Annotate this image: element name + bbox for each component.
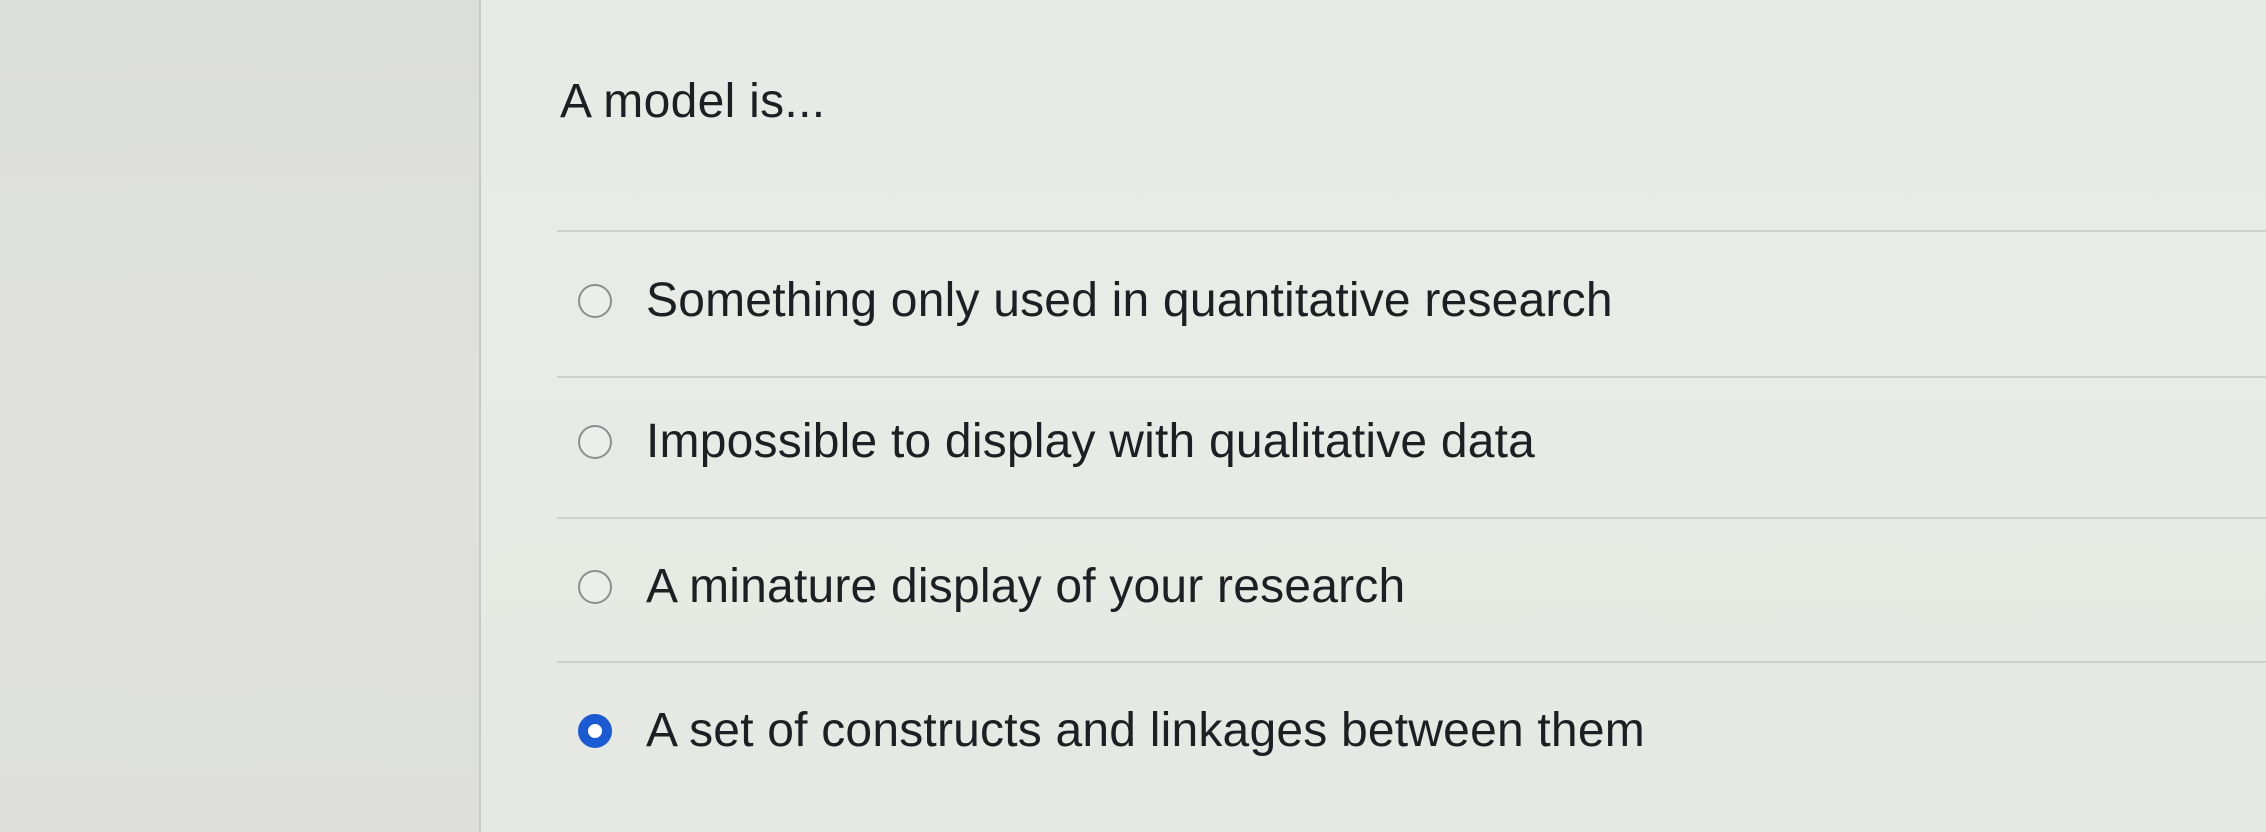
- radio-button-3[interactable]: [578, 570, 612, 604]
- radio-button-4-selected[interactable]: [578, 714, 612, 748]
- answer-option-label: Something only used in quantitative rese…: [646, 274, 1613, 327]
- answer-option-4[interactable]: A set of constructs and linkages between…: [578, 696, 1645, 766]
- option-divider: [557, 230, 2266, 232]
- answer-option-2[interactable]: Impossible to display with qualitative d…: [578, 407, 1535, 477]
- option-divider: [557, 376, 2266, 378]
- answer-option-label: A minature display of your research: [646, 560, 1406, 613]
- answer-option-label: Impossible to display with qualitative d…: [646, 415, 1536, 468]
- answer-option-label: A set of constructs and linkages between…: [646, 704, 1645, 757]
- answer-option-1[interactable]: Something only used in quantitative rese…: [578, 266, 1613, 336]
- left-panel: [0, 0, 480, 832]
- radio-button-2[interactable]: [578, 425, 612, 459]
- option-divider: [557, 517, 2266, 519]
- question-text: A model is...: [560, 75, 826, 128]
- radio-button-1[interactable]: [578, 284, 612, 318]
- answer-option-3[interactable]: A minature display of your research: [578, 552, 1405, 622]
- option-divider: [557, 661, 2266, 663]
